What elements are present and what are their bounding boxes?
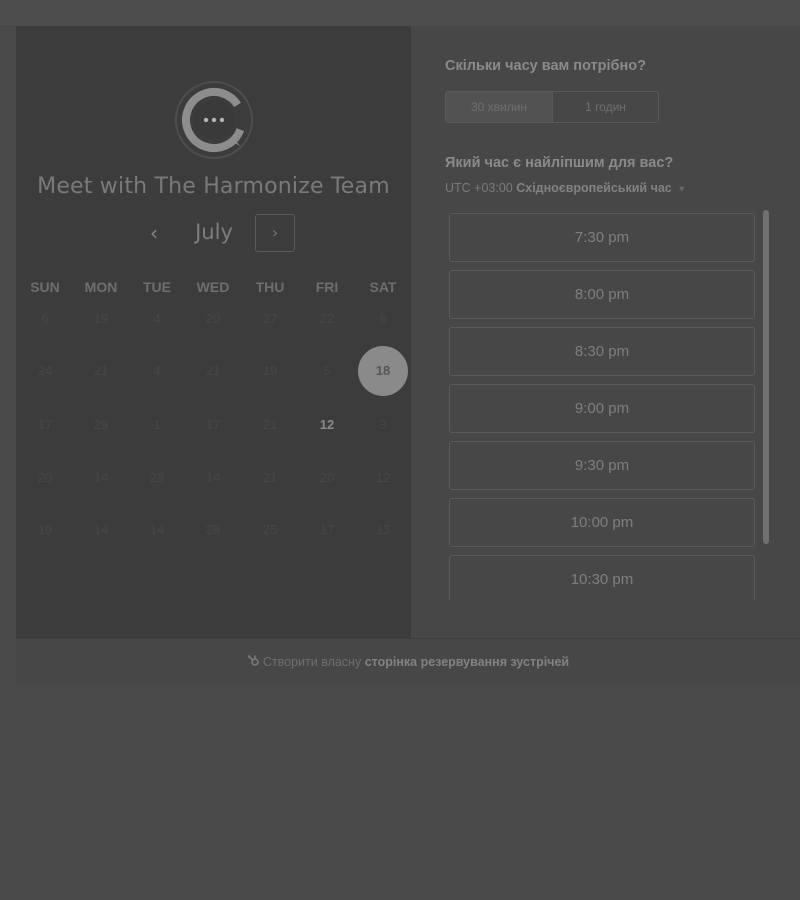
caret-down-icon: ▾ <box>679 184 685 195</box>
calendar-day: 14 <box>205 470 221 485</box>
time-slot-button[interactable]: 10:30 pm <box>449 555 755 600</box>
weekday-label: SUN <box>30 279 60 295</box>
team-title: Meet with The Harmonize Team <box>37 174 390 199</box>
time-slot-list: 7:30 pm 8:00 pm 8:30 pm 9:00 pm 9:30 pm 10:00… <box>445 210 785 600</box>
calendar-day: 13 <box>375 522 391 537</box>
calendar-day: 12 <box>375 470 391 485</box>
calendar-day: 6 <box>41 311 49 326</box>
timezone-selector[interactable]: UTC +03:00 Східноєвропейський час ▾ <box>445 181 684 195</box>
calendar-day-selected[interactable]: 18 <box>358 346 408 396</box>
calendar-day: 3 <box>379 417 387 432</box>
duration-question: Скільки часу вам потрібно? <box>445 58 646 74</box>
calendar-day: 17 <box>37 417 53 432</box>
calendar-day: 20 <box>205 311 221 326</box>
calendar-day: 14 <box>93 522 109 537</box>
calendar-day: 14 <box>93 470 109 485</box>
duration-selector: 30 хвилин 1 годин <box>445 91 659 123</box>
calendar-day: 19 <box>262 363 278 378</box>
calendar-day: 1 <box>153 417 161 432</box>
duration-option-1-hour[interactable]: 1 годин <box>553 92 658 122</box>
calendar-day: 29 <box>93 417 109 432</box>
top-bar <box>0 0 800 27</box>
time-slot-button[interactable]: 8:00 pm <box>449 270 755 319</box>
time-slot-button[interactable]: 9:00 pm <box>449 384 755 433</box>
footer-link: сторінка резервування зустрічей <box>364 655 570 669</box>
chat-bubble-logo-icon <box>174 80 254 160</box>
time-slot-button[interactable]: 9:30 pm <box>449 441 755 490</box>
month-navigation: ‹ July › <box>16 214 411 254</box>
weekday-label: TUE <box>143 279 171 295</box>
calendar-day-available[interactable]: 12 <box>302 400 352 450</box>
calendar-day: 21 <box>262 470 278 485</box>
calendar-day: 21 <box>205 363 221 378</box>
calendar-day: 4 <box>153 311 161 326</box>
calendar-day: 19 <box>37 522 53 537</box>
weekday-label: SAT <box>369 279 397 295</box>
scrollbar[interactable] <box>763 210 769 544</box>
time-picker-panel: Скільки часу вам потрібно? 30 хвилин 1 г… <box>445 26 800 638</box>
hubspot-sprocket-icon <box>247 640 260 686</box>
footer: Створити власну сторінка резервування зу… <box>16 638 800 687</box>
weekday-label: WED <box>196 279 230 295</box>
calendar-day: 4 <box>153 363 161 378</box>
calendar-day: 19 <box>93 311 109 326</box>
time-slot-button[interactable]: 8:30 pm <box>449 327 755 376</box>
calendar-day: 20 <box>319 470 335 485</box>
time-slot-button[interactable]: 10:00 pm <box>449 498 755 547</box>
weekday-label: MON <box>84 279 118 295</box>
duration-option-30-min[interactable]: 30 хвилин <box>446 92 552 122</box>
calendar-day: 28 <box>149 470 165 485</box>
calendar-day: 21 <box>262 417 278 432</box>
month-label: July <box>195 220 233 244</box>
time-question: Який час є найліпшим для вас? <box>445 155 674 171</box>
footer-prefix: Створити власну <box>262 655 362 669</box>
calendar-day: 28 <box>205 522 221 537</box>
calendar-panel: Meet with The Harmonize Team ‹ July › SU… <box>16 26 411 638</box>
time-slot-button[interactable]: 7:30 pm <box>449 213 755 262</box>
chevron-right-icon[interactable]: › <box>255 214 295 252</box>
timezone-offset: UTC +03:00 <box>445 181 513 195</box>
calendar-day: 22 <box>319 311 335 326</box>
calendar-day: 5 <box>323 363 331 378</box>
calendar-day: 17 <box>205 417 221 432</box>
calendar-day: 14 <box>149 522 165 537</box>
calendar-day: 27 <box>262 311 278 326</box>
calendar-day: 24 <box>37 363 53 378</box>
create-meetings-link[interactable]: Створити власну сторінка резервування зу… <box>16 639 800 687</box>
calendar-day: 25 <box>262 522 278 537</box>
calendar-day: 20 <box>37 470 53 485</box>
calendar-day: 17 <box>319 522 335 537</box>
calendar-day: 8 <box>379 311 387 326</box>
chevron-left-icon[interactable]: ‹ <box>140 216 168 252</box>
timezone-name: Східноєвропейський час <box>516 181 672 195</box>
weekday-label: FRI <box>315 279 339 295</box>
calendar-day: 21 <box>93 363 109 378</box>
weekday-label: THU <box>255 279 285 295</box>
meetings-card: Meet with The Harmonize Team ‹ July › SU… <box>16 26 800 638</box>
